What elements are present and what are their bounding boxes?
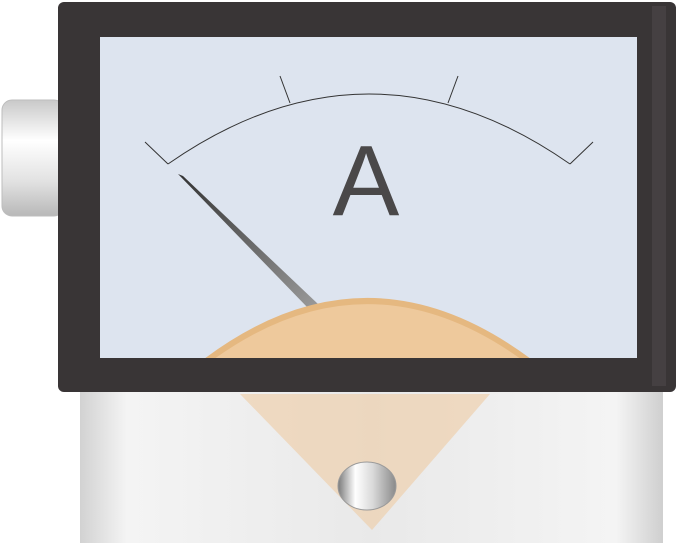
terminal-knob[interactable]	[1, 99, 65, 217]
ammeter: A	[1, 2, 676, 543]
housing-highlight	[652, 6, 666, 386]
zero-adjust-screw[interactable]	[337, 461, 397, 511]
unit-label: A	[333, 125, 400, 237]
